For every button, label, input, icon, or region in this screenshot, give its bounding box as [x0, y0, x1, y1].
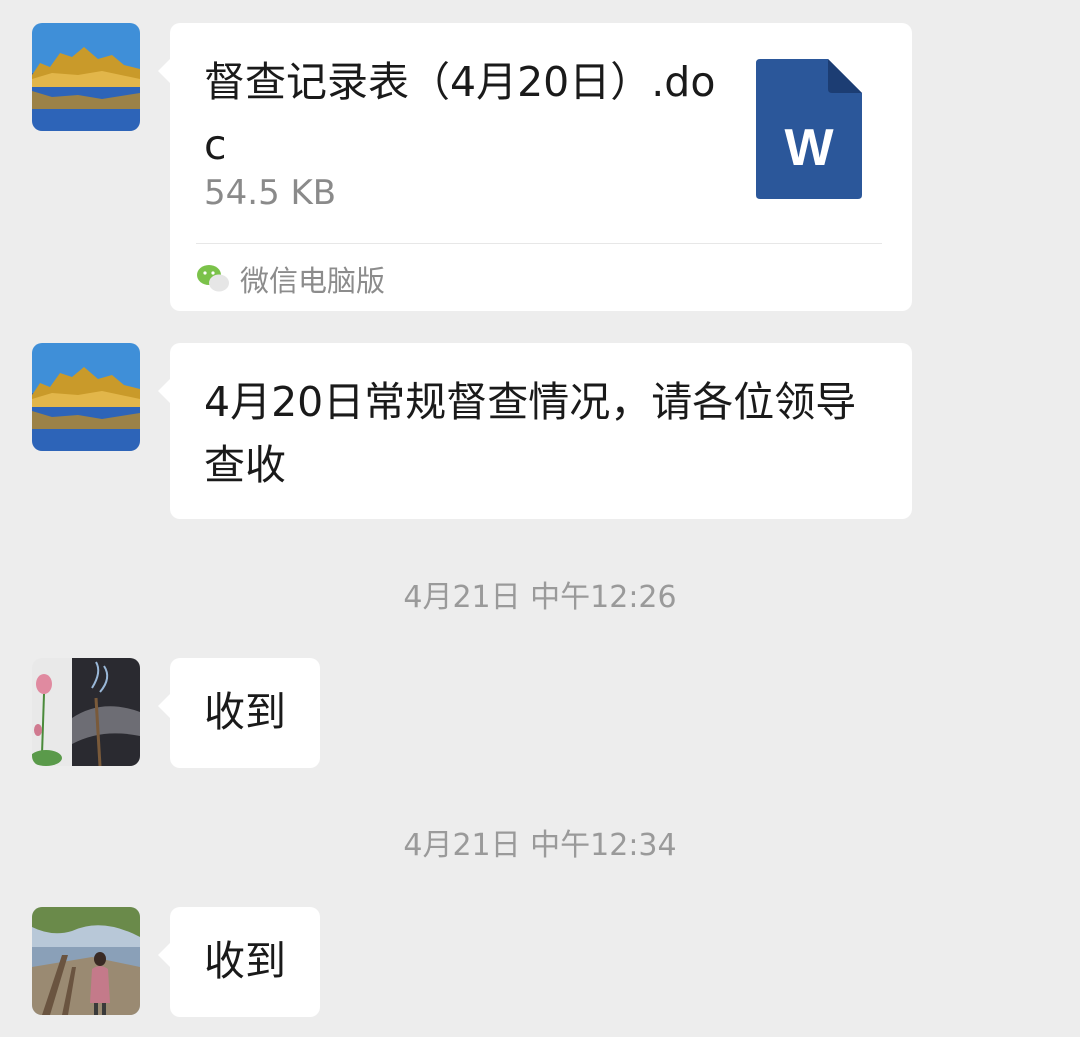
- sender-avatar[interactable]: [32, 23, 140, 131]
- text-message-bubble[interactable]: 4月20日常规督查情况，请各位领导查收: [158, 343, 912, 519]
- text-message-bubble[interactable]: 收到: [158, 658, 320, 768]
- source-label: 微信电脑版: [240, 264, 386, 298]
- file-message-bubble[interactable]: 督查记录表（4月20日）.doc 54.5 KB W 微信电脑版: [158, 23, 912, 311]
- sender-avatar[interactable]: [32, 343, 140, 451]
- message-timestamp: 4月21日 中午12:34: [403, 828, 677, 863]
- word-document-icon: W: [756, 59, 862, 199]
- divider: [196, 243, 882, 244]
- text-message-bubble[interactable]: 收到: [158, 907, 320, 1017]
- word-icon-letter: W: [784, 119, 834, 177]
- file-size: 54.5 KB: [204, 173, 337, 213]
- message-timestamp: 4月21日 中午12:26: [403, 580, 677, 615]
- sender-avatar[interactable]: [32, 658, 140, 766]
- wechat-icon: [197, 265, 229, 292]
- file-name: 督查记录表（4月20日）.doc: [204, 58, 716, 169]
- sender-avatar[interactable]: [32, 907, 140, 1015]
- file-source: 微信电脑版: [196, 257, 385, 301]
